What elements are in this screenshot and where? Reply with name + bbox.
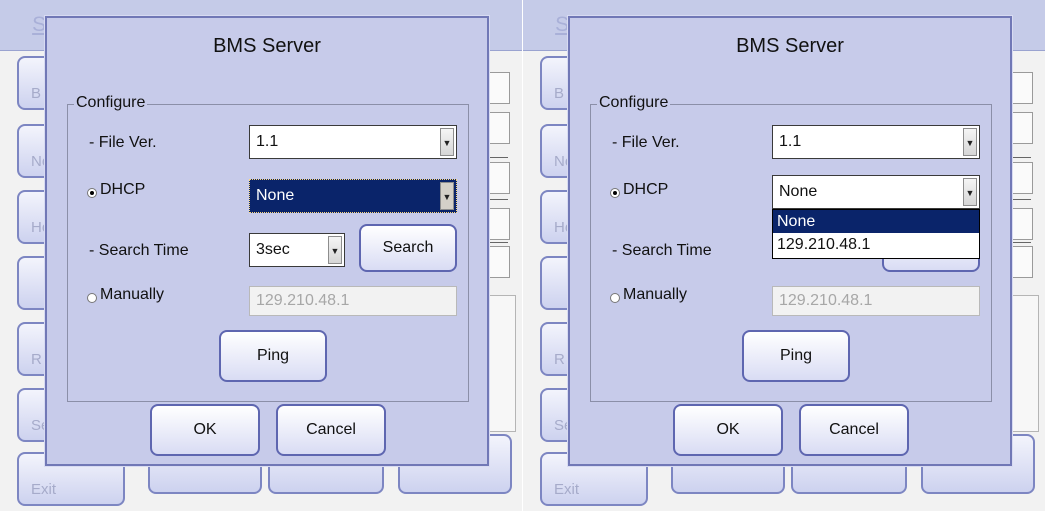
manual-ip-field[interactable]: 129.210.48.1	[249, 286, 457, 316]
ok-button[interactable]: OK	[150, 404, 260, 456]
dialog-title: BMS Server	[213, 35, 321, 57]
dhcp-label: DHCP	[623, 181, 669, 198]
ok-button[interactable]: OK	[673, 404, 783, 456]
dhcp-option-none[interactable]: None	[773, 210, 979, 233]
dhcp-radio[interactable]	[610, 188, 620, 198]
manually-label: Manually	[623, 286, 688, 303]
cancel-button[interactable]: Cancel	[276, 404, 386, 456]
dropdown-arrow-icon[interactable]: ▼	[440, 182, 454, 210]
dhcp-label: DHCP	[100, 181, 146, 198]
dropdown-arrow-icon[interactable]: ▼	[440, 128, 454, 156]
manually-label: Manually	[100, 286, 165, 303]
file-ver-label: - File Ver.	[89, 134, 157, 151]
dhcp-select[interactable]: None ▼	[772, 175, 980, 209]
search-button[interactable]: Search	[359, 224, 457, 272]
dropdown-arrow-icon[interactable]: ▼	[963, 128, 977, 156]
right-screenshot: SYSTEM SETUP (Ver 2.22.04 / 1.01 (DICOM)…	[523, 0, 1045, 511]
search-time-value: 3sec	[256, 241, 290, 258]
file-ver-value: 1.1	[779, 133, 802, 150]
search-time-select[interactable]: 3sec ▼	[249, 233, 345, 267]
cancel-button[interactable]: Cancel	[799, 404, 909, 456]
dropdown-arrow-icon[interactable]: ▼	[328, 236, 342, 264]
search-time-label: - Search Time	[612, 242, 712, 259]
manually-radio[interactable]	[87, 293, 97, 303]
dhcp-option-ip[interactable]: 129.210.48.1	[773, 233, 979, 256]
dhcp-dropdown-list: None 129.210.48.1	[772, 209, 980, 259]
manually-radio[interactable]	[610, 293, 620, 303]
manual-ip-value: 129.210.48.1	[779, 292, 873, 309]
dhcp-radio[interactable]	[87, 188, 97, 198]
bms-server-dialog: BMS Server Configure - File Ver. 1.1 ▼ D…	[568, 16, 1012, 466]
left-screenshot: SYSTEM SETUP (Ver 2.22.04 / 1.01 (DICOM)…	[0, 0, 522, 511]
ping-button[interactable]: Ping	[742, 330, 850, 382]
dhcp-value: None	[256, 187, 295, 204]
configure-group-label: Configure	[74, 94, 148, 112]
file-ver-label: - File Ver.	[612, 134, 680, 151]
file-ver-value: 1.1	[256, 133, 279, 150]
file-ver-select[interactable]: 1.1 ▼	[772, 125, 980, 159]
configure-group-label: Configure	[597, 94, 671, 112]
dhcp-value: None	[779, 183, 818, 200]
file-ver-select[interactable]: 1.1 ▼	[249, 125, 457, 159]
dhcp-select[interactable]: None ▼	[249, 179, 457, 213]
manual-ip-field[interactable]: 129.210.48.1	[772, 286, 980, 316]
manual-ip-value: 129.210.48.1	[256, 292, 350, 309]
search-time-label: - Search Time	[89, 242, 189, 259]
dropdown-arrow-icon[interactable]: ▼	[963, 178, 977, 206]
bms-server-dialog: BMS Server Configure - File Ver. 1.1 ▼ D…	[45, 16, 489, 466]
dialog-title: BMS Server	[736, 35, 844, 57]
ping-button[interactable]: Ping	[219, 330, 327, 382]
